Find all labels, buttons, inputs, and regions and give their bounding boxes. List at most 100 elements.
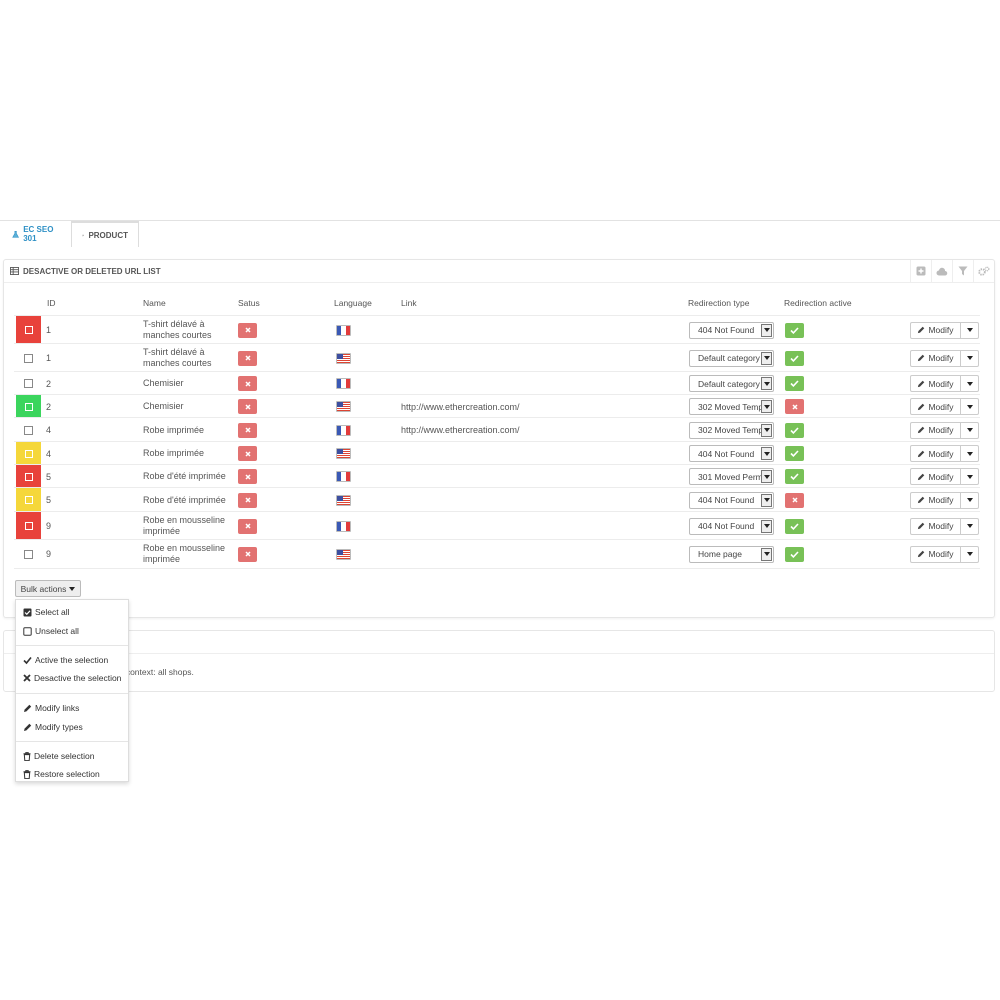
language-cell: [336, 465, 351, 488]
modify-dropdown-toggle[interactable]: [961, 547, 978, 562]
modify-button[interactable]: Modify: [911, 322, 961, 338]
tab-ec-seo-301[interactable]: EC SEO 301: [2, 221, 70, 247]
modify-dropdown-toggle[interactable]: [961, 399, 978, 414]
redirection-type-value: 301 Moved Permanently: [698, 471, 762, 482]
status-toggle-button[interactable]: [238, 350, 257, 366]
modify-dropdown-toggle[interactable]: [961, 446, 978, 461]
add-button[interactable]: [910, 260, 931, 282]
row-checkbox[interactable]: [24, 326, 33, 334]
redirection-type-select[interactable]: 301 Moved Permanently: [689, 468, 774, 485]
status-cell: [238, 442, 257, 465]
redirection-active-toggle[interactable]: [785, 446, 804, 461]
redirection-active-toggle[interactable]: [785, 469, 804, 484]
status-toggle-button[interactable]: [238, 492, 257, 508]
redirection-type-select[interactable]: 404 Not Found: [689, 445, 774, 462]
redirection-active-toggle[interactable]: [785, 546, 804, 562]
status-toggle-button[interactable]: [238, 376, 257, 391]
modify-button-group: Modify: [910, 517, 979, 535]
row-checkbox-cell[interactable]: [16, 442, 41, 465]
redirection-cell: Default category: [689, 344, 774, 372]
redirection-active-toggle[interactable]: [785, 350, 804, 366]
settings-button[interactable]: [973, 260, 994, 282]
times-icon: [244, 355, 251, 361]
modify-label: Modify: [928, 471, 954, 482]
redirection-active-toggle[interactable]: [785, 492, 804, 508]
menu-item-modify-types[interactable]: Modify types: [23, 722, 83, 732]
actions-cell: Modify: [910, 418, 979, 442]
row-checkbox-cell[interactable]: [16, 465, 41, 488]
row-checkbox-cell[interactable]: [16, 344, 41, 372]
modify-dropdown-toggle[interactable]: [961, 351, 978, 366]
row-checkbox[interactable]: [24, 496, 33, 504]
modify-button[interactable]: Modify: [911, 350, 961, 366]
filter-button[interactable]: [952, 260, 973, 282]
redirection-type-select[interactable]: 302 Moved Temporarily: [689, 398, 774, 415]
row-checkbox-cell[interactable]: [16, 540, 41, 568]
row-checkbox[interactable]: [24, 472, 33, 481]
caret-down-icon: [763, 428, 770, 432]
redirection-type-select[interactable]: Default category: [689, 375, 774, 392]
menu-item-unselect-all[interactable]: Unselect all: [23, 626, 79, 636]
redirection-type-select[interactable]: 404 Not Found: [689, 321, 774, 339]
caret-down-icon: [966, 381, 973, 386]
menu-item-delete-selection[interactable]: Delete selection: [23, 751, 94, 761]
menu-item-desactive-selection[interactable]: Desactive the selection: [23, 673, 121, 683]
table-row: 4 Robe imprimée 404 Not Found Modify: [14, 441, 980, 465]
row-checkbox-cell[interactable]: [16, 418, 41, 442]
redirection-type-select[interactable]: 404 Not Found: [689, 517, 774, 535]
row-checkbox-cell[interactable]: [16, 488, 41, 512]
modify-button[interactable]: Modify: [911, 492, 961, 508]
status-toggle-button[interactable]: [238, 322, 257, 338]
row-checkbox[interactable]: [24, 379, 33, 388]
modify-dropdown-toggle[interactable]: [961, 469, 978, 484]
redirection-active-toggle[interactable]: [785, 518, 804, 534]
status-toggle-button[interactable]: [238, 422, 257, 438]
redirection-active-toggle[interactable]: [785, 322, 804, 338]
row-checkbox[interactable]: [24, 549, 33, 559]
row-checkbox-cell[interactable]: [16, 372, 41, 395]
menu-item-active-selection[interactable]: Active the selection: [23, 655, 108, 665]
redirection-active-toggle[interactable]: [785, 376, 804, 391]
status-toggle-button[interactable]: [238, 446, 257, 461]
row-checkbox[interactable]: [24, 522, 33, 530]
row-checkbox[interactable]: [24, 353, 33, 363]
modify-button[interactable]: Modify: [911, 469, 961, 484]
redirection-type-select[interactable]: 404 Not Found: [689, 491, 774, 509]
modify-dropdown-toggle[interactable]: [961, 423, 978, 438]
modify-dropdown-toggle[interactable]: [961, 519, 978, 534]
modify-dropdown-toggle[interactable]: [961, 493, 978, 508]
modify-button-group: Modify: [910, 421, 979, 439]
menu-item-restore-selection[interactable]: Restore selection: [23, 769, 100, 779]
modify-button[interactable]: Modify: [911, 376, 961, 391]
row-checkbox-cell[interactable]: [16, 316, 41, 344]
row-checkbox[interactable]: [24, 402, 33, 411]
modify-dropdown-toggle[interactable]: [961, 323, 978, 338]
menu-item-modify-links[interactable]: Modify links: [23, 703, 79, 713]
status-toggle-button[interactable]: [238, 546, 257, 562]
modify-button[interactable]: Modify: [911, 546, 961, 562]
modify-button[interactable]: Modify: [911, 446, 961, 461]
caret-down-icon: [69, 586, 76, 591]
redirection-type-value: 302 Moved Temporarily: [698, 401, 762, 412]
menu-item-select-all[interactable]: Select all: [23, 607, 70, 617]
status-toggle-button[interactable]: [238, 469, 257, 484]
redirection-active-cell: [785, 418, 804, 442]
redirection-type-select[interactable]: 302 Moved Temporarily: [689, 421, 774, 439]
row-checkbox[interactable]: [24, 449, 33, 458]
row-checkbox-cell[interactable]: [16, 395, 41, 418]
redirection-active-toggle[interactable]: [785, 399, 804, 414]
tab-product[interactable]: PRODUCT: [71, 221, 139, 247]
status-toggle-button[interactable]: [238, 399, 257, 414]
row-checkbox[interactable]: [24, 425, 33, 435]
modify-button[interactable]: Modify: [911, 422, 961, 438]
modify-button[interactable]: Modify: [911, 518, 961, 534]
export-button[interactable]: [931, 260, 952, 282]
row-checkbox-cell[interactable]: [16, 512, 41, 540]
modify-dropdown-toggle[interactable]: [961, 376, 978, 391]
redirection-type-select[interactable]: Default category: [689, 349, 774, 367]
redirection-active-toggle[interactable]: [785, 422, 804, 438]
redirection-type-select[interactable]: Home page: [689, 545, 774, 563]
modify-button[interactable]: Modify: [911, 399, 961, 414]
status-toggle-button[interactable]: [238, 518, 257, 534]
bulk-actions-button[interactable]: Bulk actions: [15, 580, 81, 597]
